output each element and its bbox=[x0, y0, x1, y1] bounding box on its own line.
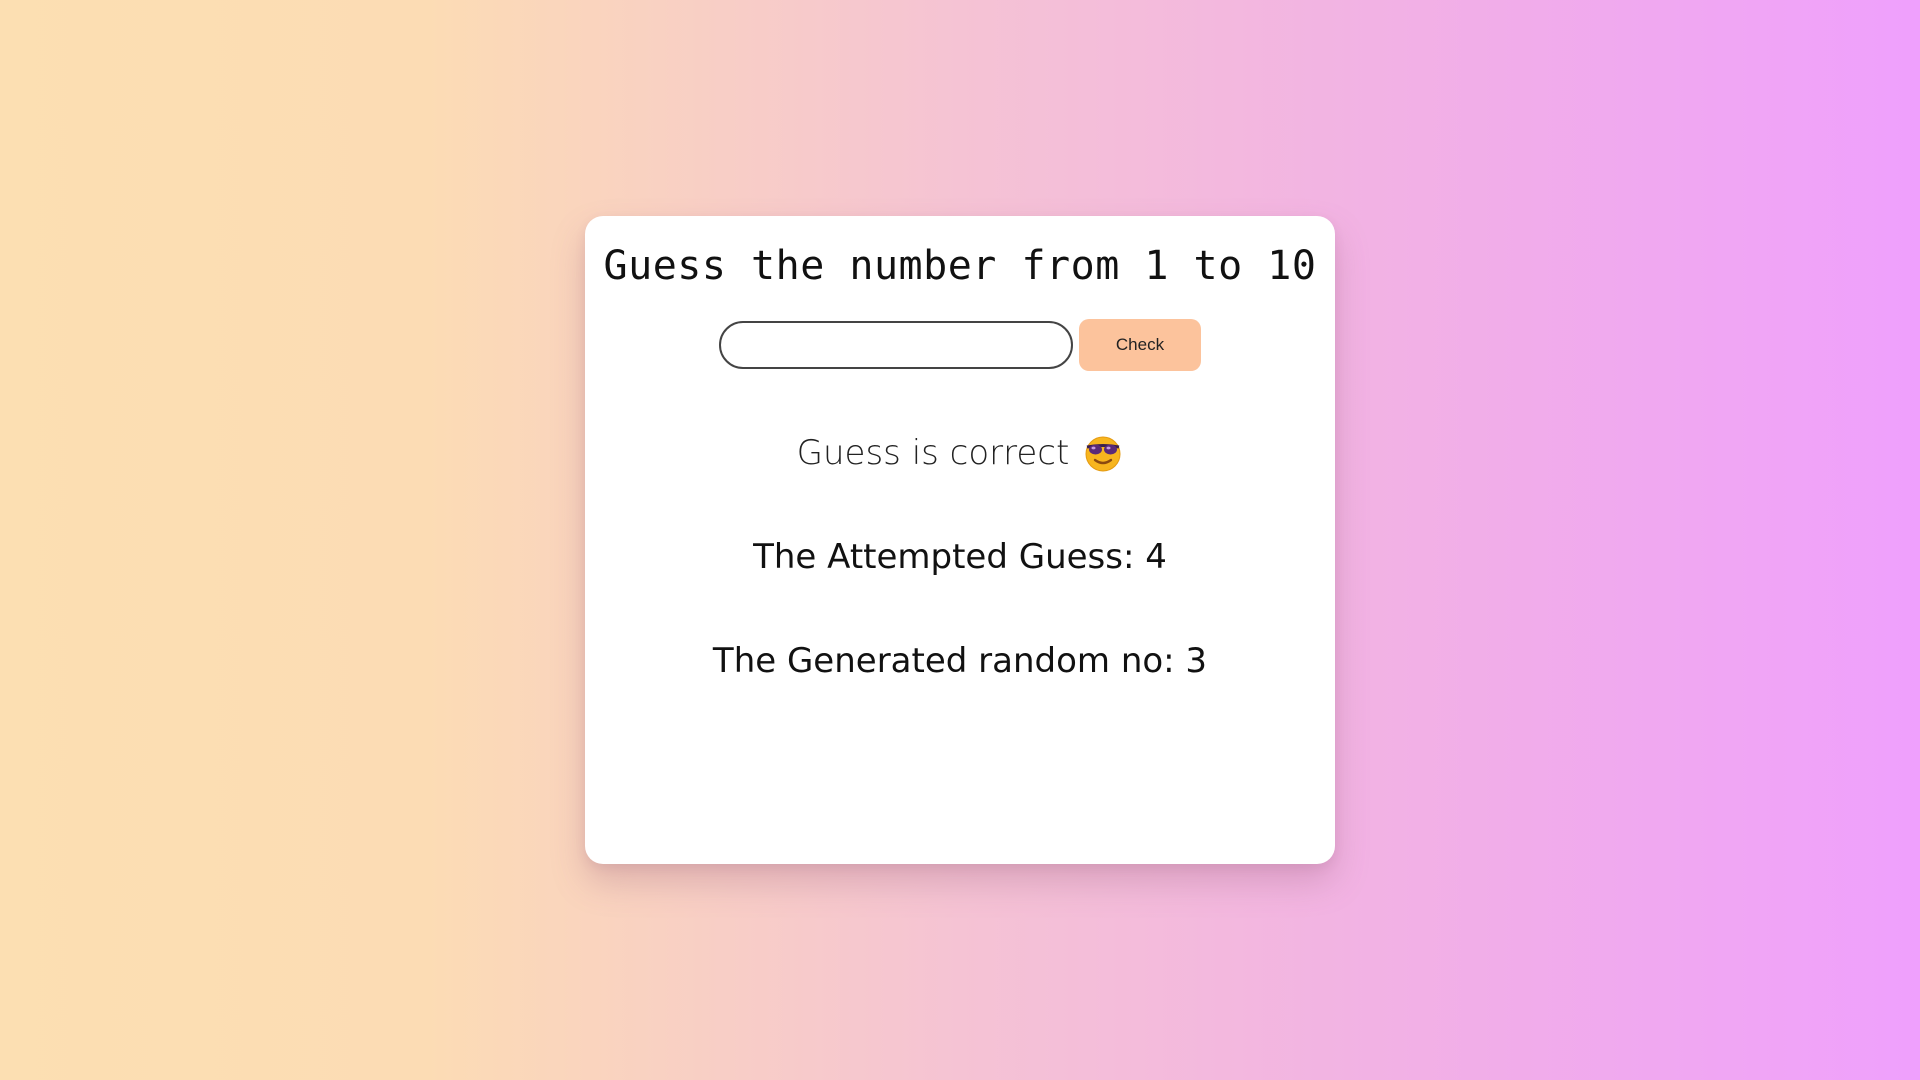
generated-number: The Generated random no: 3 bbox=[712, 641, 1208, 681]
check-button[interactable]: Check bbox=[1079, 319, 1201, 371]
attempted-guess: The Attempted Guess: 4 bbox=[753, 537, 1167, 577]
game-card: Guess the number from 1 to 10 Check Gues… bbox=[585, 216, 1335, 864]
page-title: Guess the number from 1 to 10 bbox=[603, 243, 1317, 289]
result-text: Guess is correct bbox=[796, 433, 1070, 473]
guess-controls: Check bbox=[585, 319, 1335, 371]
smiling-face-with-sunglasses-icon bbox=[1083, 433, 1123, 473]
result-message: Guess is correct bbox=[585, 433, 1335, 473]
guess-input[interactable] bbox=[719, 321, 1073, 369]
